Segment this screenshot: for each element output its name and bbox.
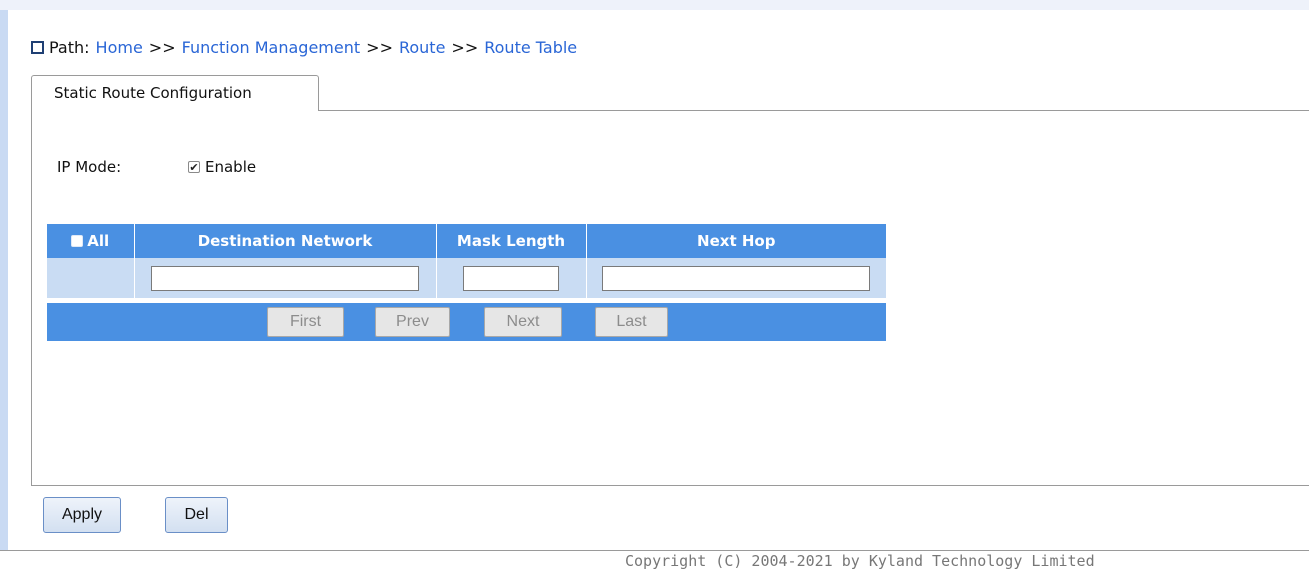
breadcrumb-separator: >>	[451, 37, 479, 57]
footer-divider	[0, 550, 1309, 551]
ip-mode-enable-checkbox[interactable]: ✔	[188, 161, 200, 173]
select-all-label: All	[87, 232, 110, 250]
breadcrumb: Path: Home >> Function Management >> Rou…	[31, 36, 577, 58]
copyright-text: Copyright (C) 2004-2021 by Kyland Techno…	[625, 552, 1095, 570]
pagination-bar: First Prev Next Last	[47, 303, 886, 341]
destination-network-input[interactable]	[151, 265, 419, 291]
breadcrumb-separator: >>	[148, 37, 176, 57]
breadcrumb-home-link[interactable]: Home	[96, 38, 143, 57]
destination-cell	[134, 258, 437, 298]
mask-length-cell	[436, 258, 587, 298]
last-page-button[interactable]: Last	[595, 307, 668, 337]
row-select-cell	[47, 258, 135, 298]
breadcrumb-label: Path:	[49, 37, 90, 57]
breadcrumb-function-management-link[interactable]: Function Management	[182, 38, 361, 57]
route-table: All Destination Network Mask Length Next…	[47, 224, 886, 298]
breadcrumb-separator: >>	[366, 37, 393, 57]
left-edge-bar	[0, 10, 8, 550]
mask-length-input[interactable]	[463, 265, 559, 291]
next-hop-cell	[586, 258, 886, 298]
first-page-button[interactable]: First	[267, 307, 344, 337]
column-header-mask-length: Mask Length	[436, 224, 587, 258]
breadcrumb-route-link[interactable]: Route	[399, 38, 445, 57]
table-header-row: All Destination Network Mask Length Next…	[47, 224, 886, 258]
ip-mode-row: IP Mode: ✔ Enable	[57, 158, 256, 176]
column-header-destination-network: Destination Network	[134, 224, 437, 258]
select-all-checkbox[interactable]	[71, 235, 84, 247]
ip-mode-enable-label: Enable	[205, 158, 257, 176]
breadcrumb-route-table-link[interactable]: Route Table	[484, 38, 577, 57]
del-button[interactable]: Del	[165, 497, 228, 533]
table-row	[47, 258, 886, 298]
top-bar	[0, 0, 1309, 10]
apply-button[interactable]: Apply	[43, 497, 121, 533]
path-square-icon	[31, 40, 44, 54]
tab-static-route-configuration[interactable]: Static Route Configuration	[31, 75, 319, 111]
column-header-next-hop: Next Hop	[586, 224, 886, 258]
next-page-button[interactable]: Next	[484, 307, 562, 337]
next-hop-input[interactable]	[602, 265, 871, 291]
ip-mode-label: IP Mode:	[57, 158, 122, 176]
prev-page-button[interactable]: Prev	[375, 307, 450, 337]
select-all-header: All	[47, 224, 135, 258]
